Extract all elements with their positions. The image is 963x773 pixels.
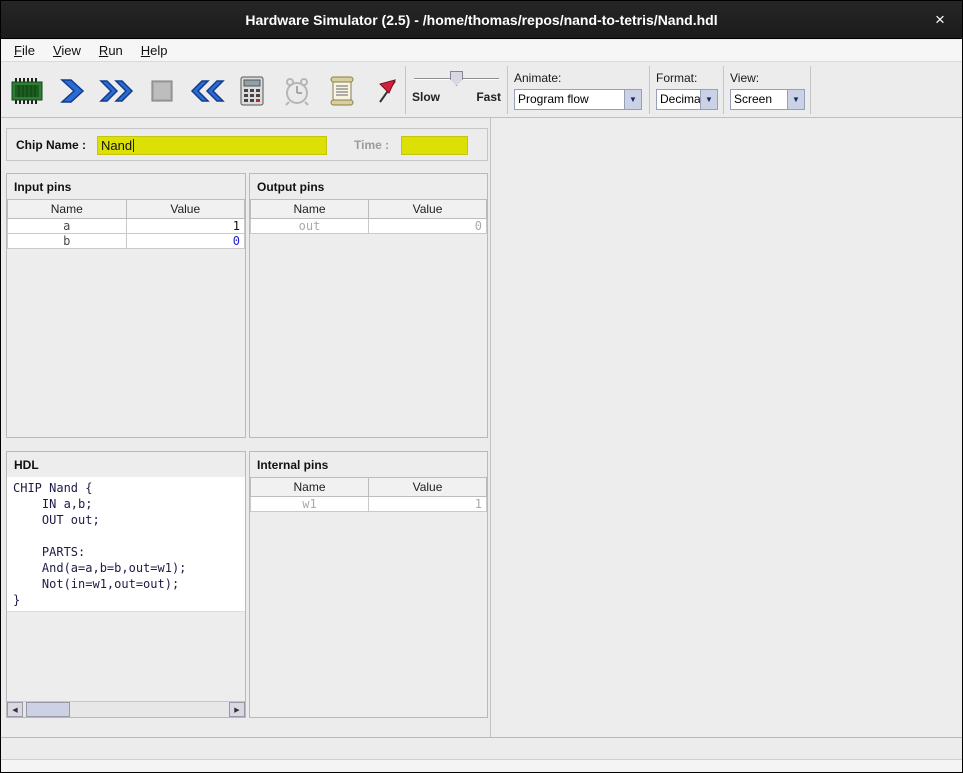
menu-help[interactable]: Help <box>132 41 177 60</box>
toolbar-icons <box>9 73 405 109</box>
time-label: Time : <box>354 138 389 152</box>
main-area: Chip Name : Nand Time : Input pins Name … <box>1 118 962 737</box>
pin-name-cell: w1 <box>251 497 369 512</box>
output-pins-panel: Output pins Name Value out 0 <box>249 173 488 438</box>
speed-slider[interactable] <box>412 71 501 88</box>
chip-name-value: Nand <box>101 138 132 153</box>
hdl-horizontal-scrollbar[interactable]: ◀ ▶ <box>7 701 245 717</box>
screen-view-panel <box>490 118 962 737</box>
view-dropdown[interactable]: Screen ▼ <box>730 89 805 110</box>
script-icon[interactable] <box>324 73 360 109</box>
animate-group: Animate: Program flow ▼ <box>507 66 649 114</box>
format-label: Format: <box>656 71 717 85</box>
menu-file[interactable]: File <box>5 41 44 60</box>
toolbar: Slow Fast Animate: Program flow ▼ Format… <box>1 63 962 118</box>
hdl-code-view: CHIP Nand { IN a,b; OUT out; PARTS: And(… <box>7 477 245 612</box>
column-header-value: Value <box>369 478 487 497</box>
output-pins-table: Name Value out 0 <box>250 199 487 234</box>
single-step-icon[interactable] <box>54 73 90 109</box>
column-header-name: Name <box>8 200 127 219</box>
column-header-value: Value <box>126 200 245 219</box>
slider-slow-label: Slow <box>412 90 440 104</box>
pin-name-cell: out <box>251 219 369 234</box>
chip-name-row: Chip Name : Nand Time : <box>6 128 488 161</box>
titlebar[interactable]: Hardware Simulator (2.5) - /home/thomas/… <box>1 1 962 39</box>
speed-slider-group: Slow Fast <box>405 66 507 114</box>
animate-label: Animate: <box>514 71 643 85</box>
view-label: View: <box>730 71 804 85</box>
hardware-simulator-window: Hardware Simulator (2.5) - /home/thomas/… <box>0 0 963 773</box>
hdl-title: HDL <box>7 452 245 477</box>
scroll-left-icon[interactable]: ◀ <box>7 702 23 717</box>
pin-value-cell[interactable]: 0 <box>126 234 245 249</box>
close-icon[interactable]: × <box>928 8 952 32</box>
run-icon[interactable] <box>99 73 135 109</box>
scrollbar-track[interactable] <box>23 702 229 717</box>
slider-fast-label: Fast <box>476 90 501 104</box>
output-pins-title: Output pins <box>250 174 487 199</box>
view-group: View: Screen ▼ <box>723 66 811 114</box>
internal-pins-panel: Internal pins Name Value w1 1 <box>249 451 488 718</box>
internal-pins-title: Internal pins <box>250 452 487 477</box>
scrollbar-thumb[interactable] <box>26 702 70 717</box>
table-row: out 0 <box>251 219 487 234</box>
chevron-down-icon[interactable]: ▼ <box>624 90 641 109</box>
view-value: Screen <box>731 90 787 109</box>
table-row: a 1 <box>8 219 245 234</box>
table-row: b 0 <box>8 234 245 249</box>
pin-value-cell: 0 <box>369 219 487 234</box>
text-caret <box>133 139 134 152</box>
status-bar <box>1 737 962 772</box>
window-title: Hardware Simulator (2.5) - /home/thomas/… <box>245 12 717 28</box>
breakpoint-icon[interactable] <box>369 73 405 109</box>
column-header-name: Name <box>251 478 369 497</box>
table-row: w1 1 <box>251 497 487 512</box>
clock-icon[interactable] <box>279 73 315 109</box>
scroll-right-icon[interactable]: ▶ <box>229 702 245 717</box>
calculator-icon[interactable] <box>234 73 270 109</box>
menu-view[interactable]: View <box>44 41 90 60</box>
animate-value: Program flow <box>515 90 624 109</box>
input-pins-title: Input pins <box>7 174 245 199</box>
column-header-value: Value <box>369 200 487 219</box>
chip-panels-column: Chip Name : Nand Time : Input pins Name … <box>1 118 490 737</box>
pin-name-cell: a <box>8 219 127 234</box>
format-dropdown[interactable]: Decimal ▼ <box>656 89 718 110</box>
stop-icon[interactable] <box>144 73 180 109</box>
pin-value-cell[interactable]: 1 <box>126 219 245 234</box>
status-message-area <box>1 759 962 772</box>
format-group: Format: Decimal ▼ <box>649 66 723 114</box>
animate-dropdown[interactable]: Program flow ▼ <box>514 89 642 110</box>
menu-run[interactable]: Run <box>90 41 132 60</box>
input-pins-panel: Input pins Name Value a 1 b 0 <box>6 173 246 438</box>
time-field <box>401 136 468 155</box>
hdl-panel: HDL CHIP Nand { IN a,b; OUT out; PARTS: … <box>6 451 246 718</box>
pin-name-cell: b <box>8 234 127 249</box>
chip-name-input[interactable]: Nand <box>97 136 327 155</box>
reset-icon[interactable] <box>189 73 225 109</box>
load-chip-icon[interactable] <box>9 73 45 109</box>
internal-pins-table: Name Value w1 1 <box>250 477 487 512</box>
pin-value-cell: 1 <box>369 497 487 512</box>
chip-name-label: Chip Name : <box>16 138 86 152</box>
format-value: Decimal <box>657 90 700 109</box>
column-header-name: Name <box>251 200 369 219</box>
slider-thumb[interactable] <box>450 71 463 86</box>
input-pins-table: Name Value a 1 b 0 <box>7 199 245 249</box>
chevron-down-icon[interactable]: ▼ <box>787 90 804 109</box>
chevron-down-icon[interactable]: ▼ <box>700 90 717 109</box>
menubar: File View Run Help <box>1 40 962 62</box>
